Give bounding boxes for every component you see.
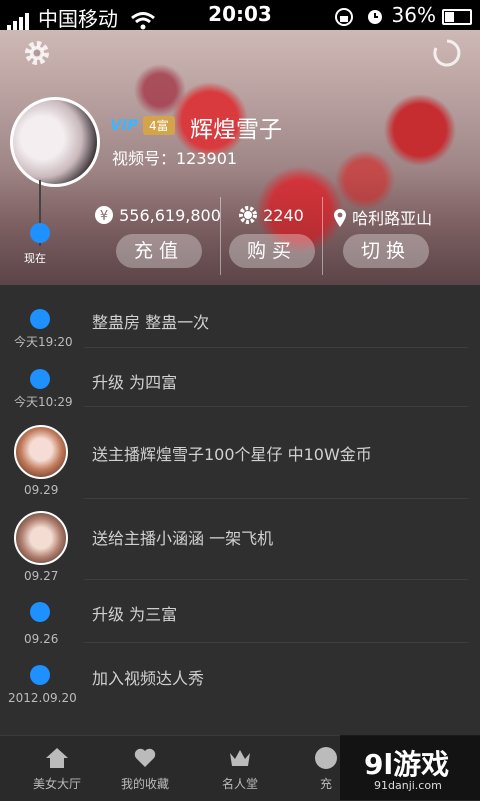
divider [322,197,323,275]
svg-text:¥: ¥ [100,209,108,224]
divider [220,197,221,275]
location-pin-icon [334,209,346,227]
timeline-time: 09.29 [24,483,59,497]
location-value: 哈利路亚山 [352,209,433,228]
timeline-dot [30,309,50,329]
tab-hall-of-fame[interactable]: 名人堂 [192,736,288,801]
watermark-url: 91danji.com [374,779,442,792]
yuan-icon [315,747,337,769]
tab-label: 名人堂 [221,777,258,791]
tab-beauty-hall[interactable]: 美女大厅 [9,736,105,801]
timeline-item[interactable]: 升级 为四富 今天10:29 [0,349,480,409]
timeline-item[interactable]: 加入视频达人秀 2012.09.20 [0,643,480,735]
gift-receiver-avatar[interactable] [14,511,68,565]
coin-value: 556,619,800 [119,206,221,225]
yuan-icon: ¥ [95,206,113,224]
timeline-text: 整蛊房 整蛊一次 [92,313,210,332]
timeline-text: 升级 为四富 [92,373,178,392]
location: 哈利路亚山 [333,205,432,229]
tab-my-favorites[interactable]: 我的收藏 [97,736,193,801]
gift-sender-avatar[interactable] [14,425,68,479]
timeline-item[interactable]: 整蛊房 整蛊一次 今天19:20 [0,285,480,349]
battery-percent: 36% [391,3,436,27]
tab-label: 美女大厅 [32,777,81,791]
battery-icon [442,8,472,25]
coin-balance: ¥ 556,619,800 [94,205,221,225]
tab-label: 我的收藏 [120,777,169,791]
timeline-text: 升级 为三富 [92,605,178,624]
vip-badge: VIP [110,116,139,134]
timeline-dot [30,665,50,685]
timeline-item[interactable]: 升级 为三富 09.26 [0,580,480,646]
watermark-logo: 9l游戏 91danji.com [340,735,480,800]
home-icon [46,748,68,768]
crown-icon [230,750,250,766]
settings-gear-icon[interactable] [20,36,54,70]
divider [84,347,468,348]
rich-level-badge: 4富 [143,116,175,135]
watermark-title: 9l游戏 [364,748,450,781]
timeline-now-dot [30,223,50,243]
recharge-button[interactable]: 充值 [116,234,202,268]
now-label: 现在 [24,252,46,265]
star-balance: 2240 [238,205,304,225]
timeline-item[interactable]: 送给主播小涵涵 一架飞机 09.27 [0,499,480,583]
timeline-item[interactable]: 送主播辉煌雪子100个星仔 中10W金币 09.29 [0,407,480,499]
star-value: 2240 [263,206,304,225]
timeline-text: 送主播辉煌雪子100个星仔 中10W金币 [92,445,372,464]
buy-button[interactable]: 购买 [229,234,315,268]
sun-star-icon [239,206,257,224]
username: 辉煌雪子 [190,117,282,143]
timeline-time: 2012.09.20 [8,691,77,705]
timeline-dot [30,369,50,389]
timeline-time: 今天19:20 [14,335,73,349]
refresh-icon[interactable] [430,36,464,70]
switch-button[interactable]: 切换 [343,234,429,268]
rotation-lock-icon [334,7,353,26]
timeline-text: 加入视频达人秀 [92,669,205,688]
timeline-dot [30,602,50,622]
heart-icon [134,748,156,767]
video-id: 视频号：123901 [112,149,238,168]
user-avatar[interactable] [10,97,100,187]
timeline-text: 送给主播小涵涵 一架飞机 [92,529,274,548]
alarm-icon [368,9,383,24]
status-bar: 中国移动 20:03 36% [0,0,480,31]
